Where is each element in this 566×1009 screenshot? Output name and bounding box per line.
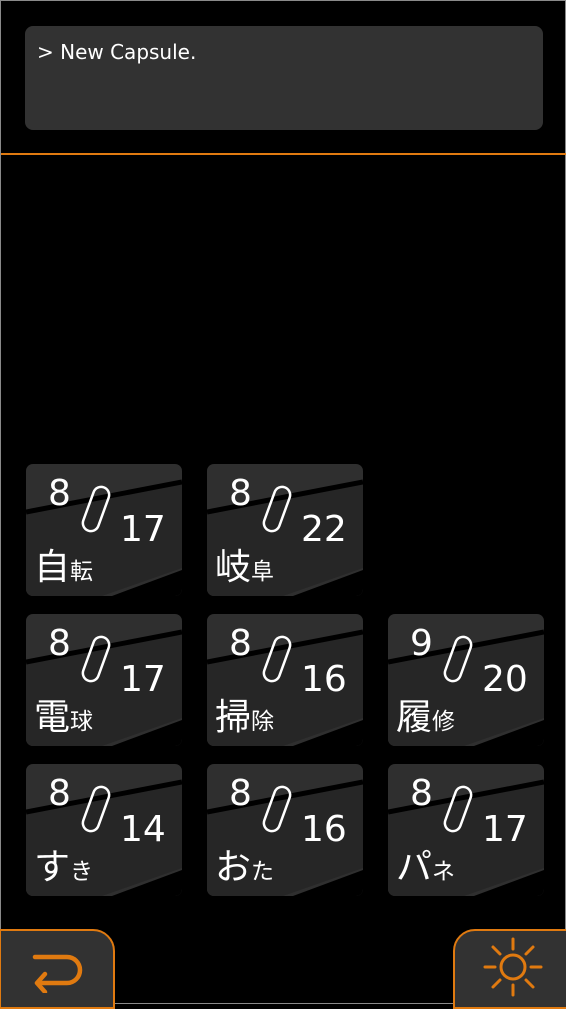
capsule-card[interactable]: 8 17 パネ <box>388 764 544 896</box>
capsule-month: 8 <box>48 623 71 664</box>
capsule-title-main: 自 <box>34 547 71 588</box>
capsule-title-main: 履 <box>396 697 433 738</box>
capsule-title-sub: き <box>70 859 94 885</box>
capsule-title: パネ <box>396 846 455 896</box>
sun-icon <box>483 937 543 997</box>
console-output: > New Capsule. <box>25 26 543 130</box>
capsule-card[interactable]: 9 20 履修 <box>388 614 544 746</box>
capsule-title: 電球 <box>34 696 93 746</box>
capsule-day: 17 <box>120 659 166 700</box>
capsule-title-main: パ <box>396 847 433 888</box>
capsule-month: 8 <box>229 623 252 664</box>
capsule-day: 17 <box>120 509 166 550</box>
console-text: > New Capsule. <box>37 40 197 64</box>
capsule-title-sub: 阜 <box>251 559 275 585</box>
capsule-title: 掃除 <box>215 696 274 746</box>
capsule-card[interactable]: 8 16 掃除 <box>207 614 363 746</box>
back-button[interactable] <box>0 929 115 1009</box>
capsule-card[interactable]: 8 14 すき <box>26 764 182 896</box>
capsule-day: 16 <box>301 659 347 700</box>
capsule-month: 8 <box>229 773 252 814</box>
capsule-title-main: 岐 <box>215 547 252 588</box>
capsule-title-main: 電 <box>34 697 71 738</box>
capsule-card[interactable]: 8 22 岐阜 <box>207 464 363 596</box>
capsule-title: 履修 <box>396 696 455 746</box>
capsule-month: 8 <box>48 773 71 814</box>
capsule-card[interactable]: 8 17 自転 <box>26 464 182 596</box>
capsule-title-sub: 球 <box>70 709 94 735</box>
capsule-title-sub: 除 <box>251 709 275 735</box>
capsule-title-main: お <box>215 847 252 888</box>
capsule-day: 14 <box>120 809 166 850</box>
capsule-title: おた <box>215 846 274 896</box>
capsule-card[interactable]: 8 17 電球 <box>26 614 182 746</box>
capsule-title-sub: た <box>251 859 275 885</box>
capsule-title-sub: 転 <box>70 559 94 585</box>
header-divider <box>1 153 566 155</box>
return-arrow-icon <box>32 954 83 993</box>
capsule-title-main: す <box>34 847 71 888</box>
capsule-day: 22 <box>301 509 347 550</box>
capsule-title-main: 掃 <box>215 697 252 738</box>
capsule-month: 8 <box>410 773 433 814</box>
capsule-month: 8 <box>48 473 71 514</box>
capsule-month: 8 <box>229 473 252 514</box>
capsule-day: 20 <box>482 659 528 700</box>
capsule-title-sub: 修 <box>432 709 456 735</box>
settings-button[interactable] <box>453 929 566 1009</box>
capsule-card[interactable]: 8 16 おた <box>207 764 363 896</box>
capsule-title: 岐阜 <box>215 546 274 596</box>
capsule-day: 17 <box>482 809 528 850</box>
capsule-title: すき <box>34 846 93 896</box>
capsule-title: 自転 <box>34 546 93 596</box>
capsule-title-sub: ネ <box>432 859 456 885</box>
capsule-day: 16 <box>301 809 347 850</box>
capsule-month: 9 <box>410 623 433 664</box>
